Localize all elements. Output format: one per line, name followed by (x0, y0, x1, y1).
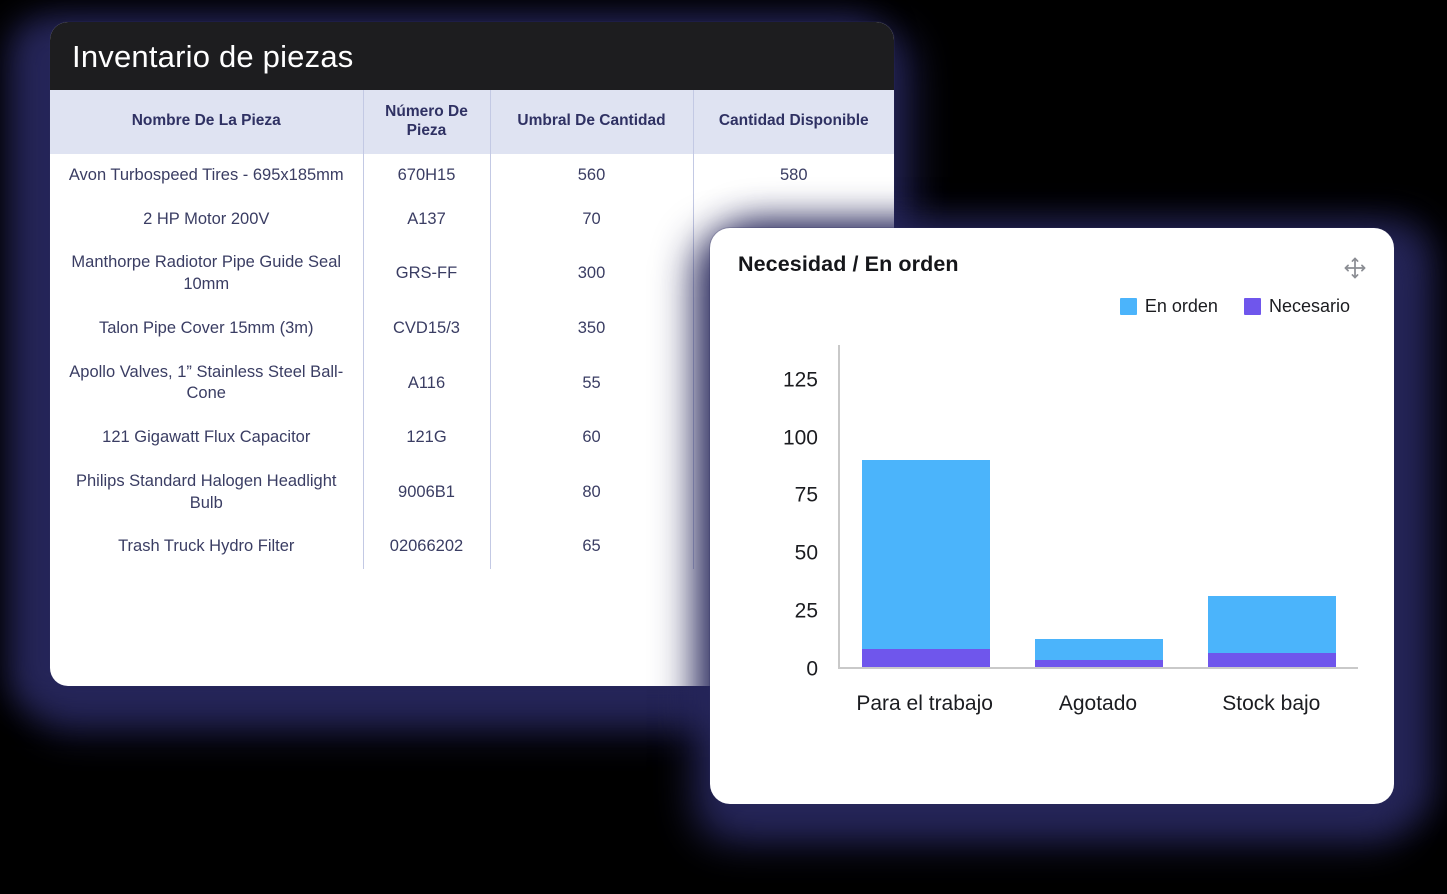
cell-part-number: A116 (363, 350, 491, 417)
table-header-row: Nombre De La Pieza Número De Pieza Umbra… (50, 90, 894, 154)
legend-item-necesario[interactable]: Necesario (1243, 296, 1350, 316)
bar-segment-en-orden[interactable] (1034, 639, 1163, 661)
bar-segment-necesario[interactable] (862, 648, 991, 667)
move-arrows-icon[interactable] (1342, 255, 1368, 281)
cell-part-number: 02066202 (363, 525, 491, 570)
cell-quantity-threshold: 560 (490, 153, 694, 198)
cell-part-name: Philips Standard Halogen Headlight Bulb (50, 459, 364, 526)
bar-segment-en-orden[interactable] (862, 460, 991, 649)
plot-axes (838, 345, 1358, 669)
chart-card-header: Necesidad / En orden (710, 228, 1394, 281)
inventory-titlebar: Inventario de piezas (50, 22, 894, 90)
cell-part-number: A137 (363, 197, 491, 242)
legend-item-en-orden[interactable]: En orden (1119, 296, 1218, 316)
chart-plot: 0 25 50 75 100 125 Para el trabajo Agota… (740, 337, 1364, 737)
cell-quantity-threshold: 300 (490, 241, 694, 307)
cell-part-name: Apollo Valves, 1” Stainless Steel Ball-C… (50, 350, 364, 417)
y-axis-ticks: 0 25 50 75 100 125 (740, 345, 828, 679)
x-label-agotado: Agotado (1058, 691, 1138, 715)
cell-part-name: Trash Truck Hydro Filter (50, 525, 364, 570)
column-header-part-name[interactable]: Nombre De La Pieza (50, 90, 364, 154)
column-header-quantity-available[interactable]: Cantidad Disponible (693, 90, 894, 154)
column-header-part-number[interactable]: Número De Pieza (363, 90, 491, 154)
cell-part-name: Manthorpe Radiotor Pipe Guide Seal 10mm (50, 241, 364, 307)
cell-quantity-threshold: 60 (490, 416, 694, 460)
cell-quantity-threshold: 55 (490, 350, 694, 417)
bar-group-stock-bajo[interactable] (1207, 345, 1336, 667)
chart-title: Necesidad / En orden (738, 252, 959, 276)
table-row[interactable]: Avon Turbospeed Tires - 695x185mm 670H15… (50, 153, 894, 198)
cell-part-number: 670H15 (363, 153, 491, 198)
bar-segment-necesario[interactable] (1034, 660, 1163, 667)
page-title: Inventario de piezas (72, 38, 354, 74)
chart-legend: En orden Necesario (710, 281, 1394, 315)
cell-part-number: CVD15/3 (363, 306, 491, 351)
y-tick-50: 50 (794, 541, 818, 565)
x-label-para-el-trabajo: Para el trabajo (856, 691, 993, 715)
cell-quantity-available: 580 (779, 165, 808, 184)
legend-label-en-orden: En orden (1144, 296, 1218, 316)
cell-part-name: Avon Turbospeed Tires - 695x185mm (50, 153, 364, 198)
bar-segment-necesario[interactable] (1207, 653, 1336, 667)
cell-quantity-threshold: 350 (490, 306, 694, 351)
bar-group-para-el-trabajo[interactable] (862, 345, 991, 667)
y-tick-100: 100 (782, 426, 818, 450)
legend-swatch-necesario (1243, 297, 1261, 315)
cell-quantity-threshold: 80 (490, 459, 694, 526)
needs-vs-ordered-chart-card: Necesidad / En orden En orden Necesario … (710, 228, 1394, 804)
bar-group-agotado[interactable] (1034, 345, 1163, 667)
bar-segment-en-orden[interactable] (1207, 595, 1336, 654)
column-header-quantity-threshold[interactable]: Umbral De Cantidad (490, 90, 694, 154)
x-label-stock-bajo: Stock bajo (1222, 691, 1321, 715)
cell-part-name: Talon Pipe Cover 15mm (3m) (50, 306, 364, 351)
y-tick-25: 25 (794, 599, 818, 623)
cell-part-number: 121G (363, 416, 491, 460)
cell-part-name: 121 Gigawatt Flux Capacitor (50, 416, 364, 460)
cell-part-name: 2 HP Motor 200V (50, 197, 364, 242)
bar-series-container (840, 345, 1358, 667)
y-tick-0: 0 (806, 657, 818, 681)
cell-part-number: 9006B1 (363, 459, 491, 526)
cell-quantity-threshold: 70 (490, 197, 694, 242)
x-axis-labels: Para el trabajo Agotado Stock bajo (838, 687, 1358, 719)
cell-part-number: GRS-FF (363, 241, 491, 307)
y-tick-75: 75 (794, 483, 818, 507)
cell-quantity-threshold: 65 (490, 525, 694, 570)
legend-swatch-en-orden (1119, 297, 1137, 315)
inventory-table-head: Nombre De La Pieza Número De Pieza Umbra… (50, 90, 894, 154)
legend-label-necesario: Necesario (1268, 296, 1350, 316)
y-tick-125: 125 (782, 368, 818, 392)
